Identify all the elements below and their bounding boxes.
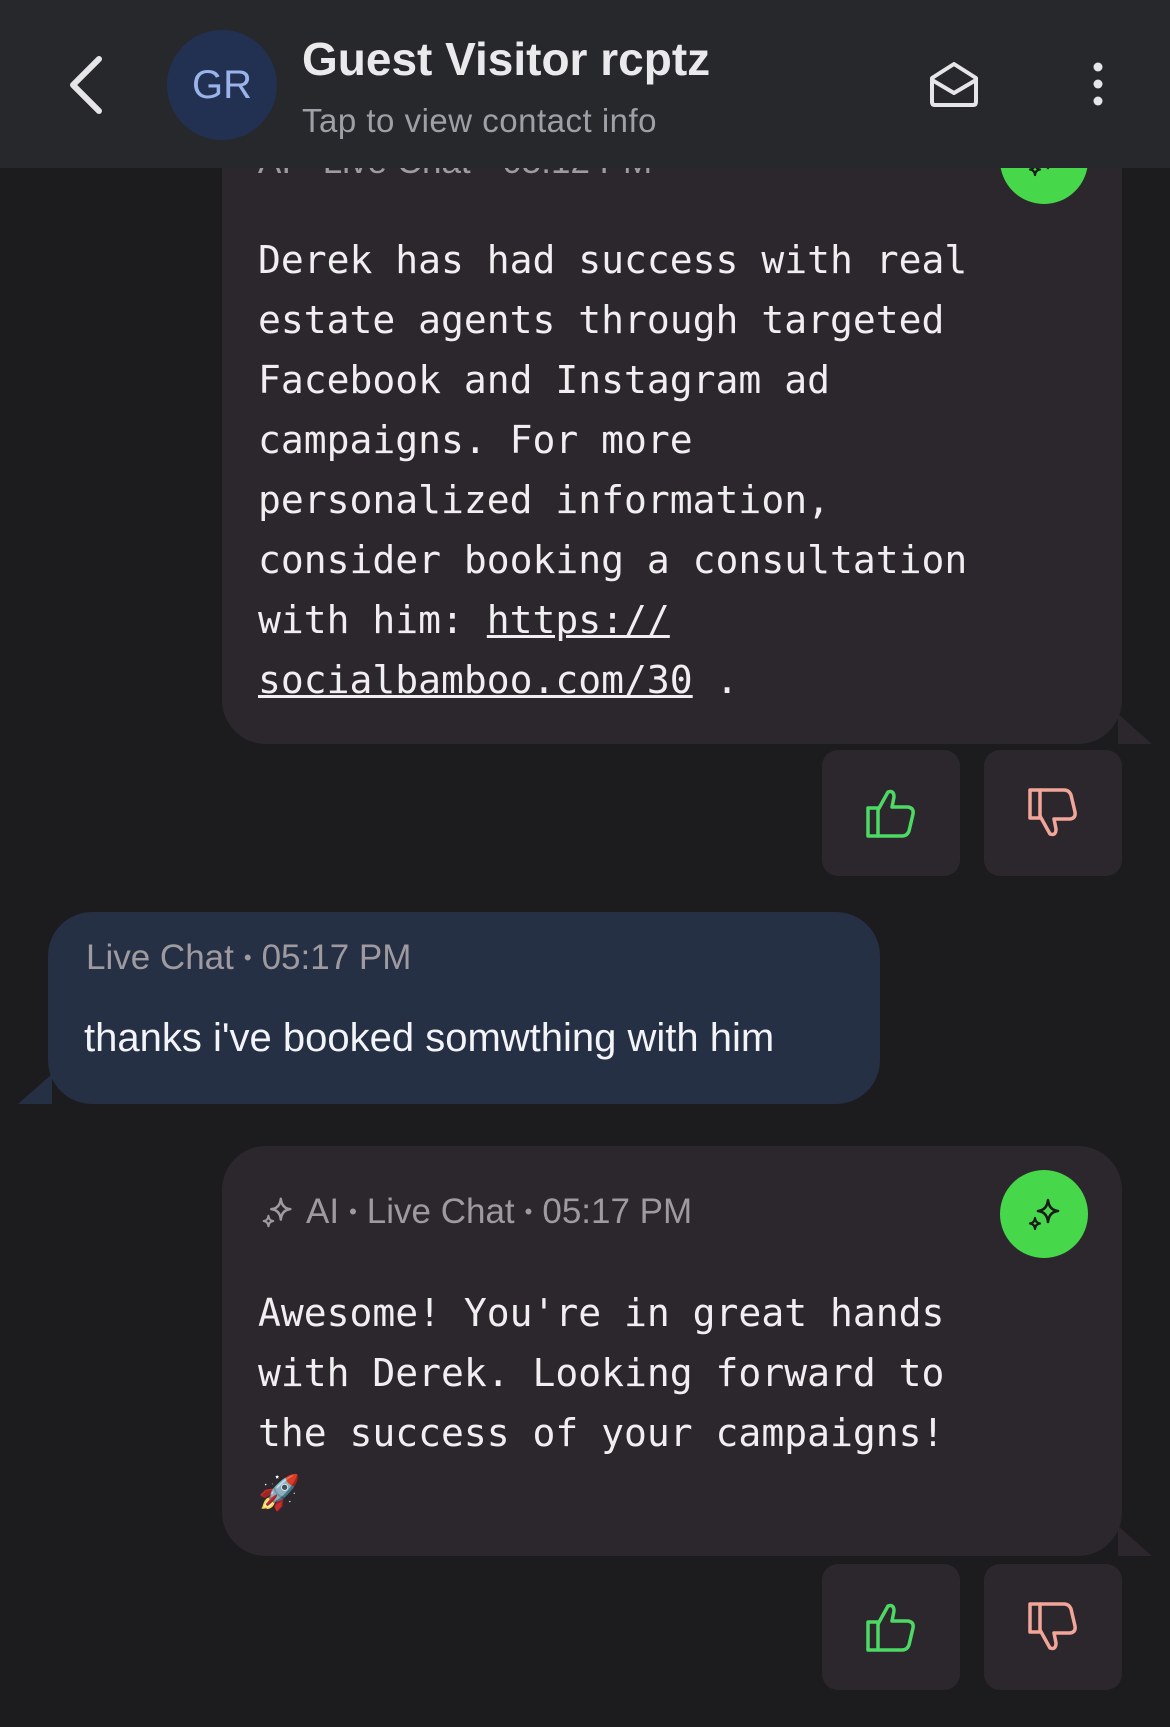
- message-meta: AI • Live Chat • 05:17 PM: [258, 1192, 692, 1232]
- message-text-line: campaigns. For more: [258, 418, 693, 462]
- message-time: 05:17 PM: [261, 938, 412, 977]
- thumbs-down-icon: [1028, 788, 1077, 837]
- thumbs-down-button[interactable]: [984, 1564, 1122, 1690]
- ai-badge: [1000, 1170, 1088, 1258]
- booking-link[interactable]: https://: [487, 598, 670, 642]
- message-channel: Live Chat: [86, 938, 234, 977]
- thumbs-up-button[interactable]: [822, 750, 960, 876]
- avatar[interactable]: GR: [167, 30, 277, 140]
- message-text: thanks i've booked somwthing with him: [84, 1016, 775, 1060]
- message-text: .: [692, 658, 739, 702]
- message-text-line: with him: https://: [258, 590, 670, 650]
- separator-dot: •: [349, 1199, 357, 1224]
- booking-link[interactable]: socialbamboo.com/30: [258, 658, 693, 702]
- separator-dot: •: [524, 1199, 533, 1224]
- thumbs-down-button[interactable]: [984, 750, 1122, 876]
- message-sender: AI: [306, 1192, 340, 1231]
- message-meta: Live Chat • 05:17 PM: [86, 938, 411, 978]
- bubble-tail: [1118, 1526, 1152, 1556]
- bubble-tail: [1118, 714, 1152, 744]
- message-text-line: estate agents through targeted: [258, 298, 945, 342]
- separator-dot: •: [243, 945, 252, 970]
- message-text-line: socialbamboo.com/30 .: [258, 650, 738, 710]
- contact-name[interactable]: Guest Visitor rcptz: [302, 32, 710, 86]
- message-text-line: Facebook and Instagram ad: [258, 358, 830, 402]
- back-button[interactable]: [55, 45, 115, 125]
- thumbs-up-icon: [866, 789, 915, 838]
- contact-info-link[interactable]: Tap to view contact info: [302, 102, 657, 140]
- thumbs-up-icon: [866, 1603, 915, 1652]
- thumbs-up-button[interactable]: [822, 1564, 960, 1690]
- message-text-line: consider booking a consultation: [258, 538, 968, 582]
- message-text-line: Awesome! You're in great hands: [258, 1291, 945, 1335]
- message-text: with him:: [258, 598, 487, 642]
- bubble-tail: [18, 1074, 52, 1104]
- chat-header: GR Guest Visitor rcptz Tap to view conta…: [0, 0, 1170, 168]
- message-text-line: with Derek. Looking forward to: [258, 1351, 945, 1395]
- mark-read-button[interactable]: [920, 50, 988, 118]
- chevron-left-icon: [70, 56, 102, 114]
- message-channel: Live Chat: [366, 1192, 515, 1231]
- message-text-line: the success of your campaigns!: [258, 1411, 945, 1455]
- more-vertical-icon: [1093, 62, 1103, 106]
- thumbs-down-icon: [1028, 1602, 1077, 1651]
- more-options-button[interactable]: [1072, 50, 1124, 118]
- sparkles-icon: [1028, 1198, 1060, 1231]
- message-time: 05:17 PM: [542, 1192, 693, 1231]
- envelope-open-icon: [930, 62, 978, 107]
- sparkles-icon: [262, 1197, 292, 1228]
- message-text-line: personalized information,: [258, 478, 830, 522]
- rocket-emoji: 🚀: [258, 1473, 301, 1513]
- message-text-line: Derek has had success with real: [258, 238, 968, 282]
